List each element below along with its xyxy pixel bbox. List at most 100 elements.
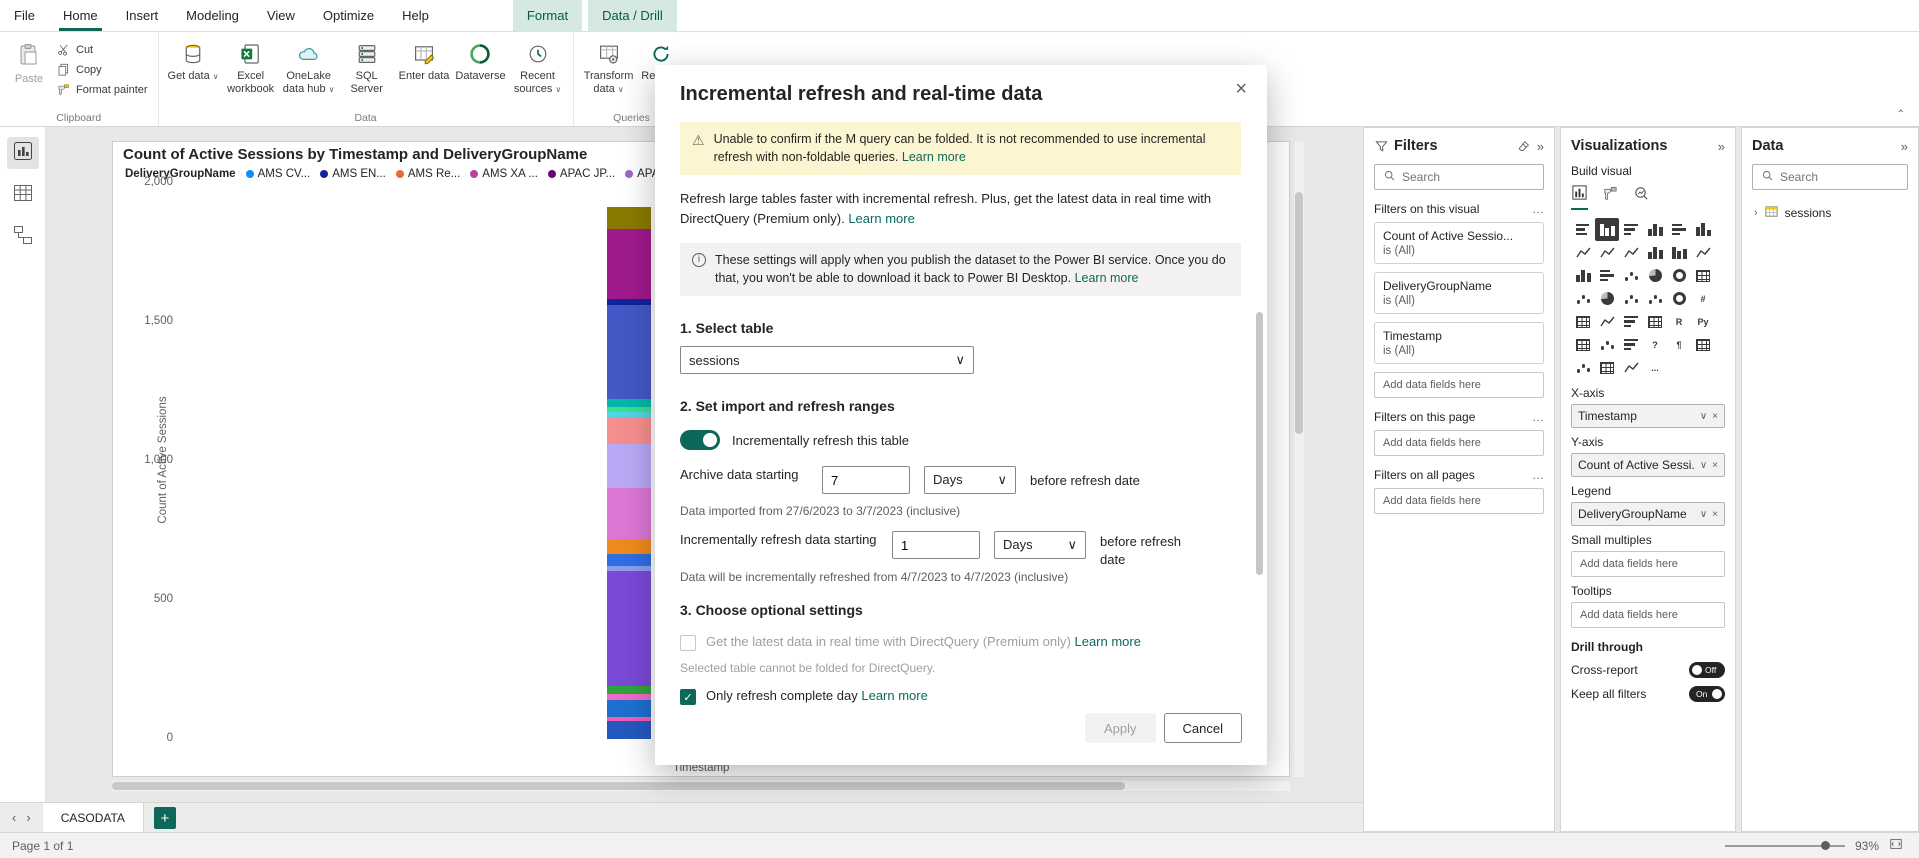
filters-search[interactable] [1374,164,1544,190]
analytics-tab-icon[interactable] [1633,185,1650,209]
filters-search-input[interactable] [1402,170,1555,184]
table-icon[interactable] [1643,310,1667,333]
clustered-column-chart-icon[interactable] [1643,218,1667,241]
transform-data-button[interactable]: Transform data ∨ [580,36,638,95]
menu-tab-format[interactable]: Format [513,0,582,31]
qa-visual-icon[interactable]: ? [1643,333,1667,356]
bar-segment[interactable] [607,417,651,444]
prev-page-icon[interactable]: ‹ [12,810,16,825]
menu-tab-insert[interactable]: Insert [112,0,173,31]
eraser-icon[interactable] [1517,139,1532,154]
table-view-button[interactable] [7,179,39,211]
cut-button[interactable]: Cut [56,42,148,57]
onelake-data-hub-button[interactable]: OneLake data hub ∨ [280,36,338,95]
menu-tab-optimize[interactable]: Optimize [309,0,388,31]
add-data-fields-dropzone[interactable]: Add data fields here [1374,372,1544,398]
donut-chart-icon[interactable] [1667,264,1691,287]
bar-segment[interactable] [607,721,651,739]
section-options-icon[interactable]: … [1532,468,1544,482]
apply-button[interactable]: Apply [1085,713,1156,743]
table-select[interactable]: sessions ∨ [680,346,974,374]
field-pill-x-axis[interactable]: Timestamp ∨ × [1571,404,1725,428]
python-visual-icon[interactable]: Py [1691,310,1715,333]
stacked-bar-chart-icon[interactable] [1571,218,1595,241]
chevron-down-icon[interactable]: ∨ [1700,460,1707,471]
scatter-chart-icon[interactable] [1619,264,1643,287]
bar-segment[interactable] [607,207,651,229]
get-data-button[interactable]: Get data ∨ [165,36,222,95]
bar-segment[interactable] [607,305,651,399]
bar-segment[interactable] [607,571,651,686]
fit-to-page-icon[interactable] [1889,837,1903,854]
treemap-icon[interactable] [1691,264,1715,287]
azure-map-icon[interactable] [1643,287,1667,310]
archive-value-input[interactable] [822,466,910,494]
archive-unit-select[interactable]: Days∨ [924,466,1016,494]
legend-item[interactable]: AMS Re... [396,168,460,180]
legend-item[interactable]: APAC JP... [548,168,615,180]
filter-card[interactable]: Timestamp is (All) [1374,322,1544,364]
clustered-bar-chart-icon[interactable] [1619,218,1643,241]
bar-segment[interactable] [607,686,651,694]
recent-sources-button[interactable]: Recent sources ∨ [509,36,567,95]
line-and-stacked-column-chart-icon[interactable] [1643,241,1667,264]
multi-row-card-icon[interactable] [1571,310,1595,333]
warning-learn-more-link[interactable]: Learn more [902,150,966,164]
get-more-visuals-icon[interactable]: ... [1643,356,1667,379]
close-icon[interactable]: × [1235,79,1247,99]
filled-map-icon[interactable] [1595,287,1619,310]
model-view-button[interactable] [7,221,39,253]
add-data-fields-dropzone[interactable]: Add data fields here [1374,430,1544,456]
add-data-fields-dropzone[interactable]: Add data fields here [1571,602,1725,628]
chevron-down-icon[interactable]: ∨ [1700,509,1707,520]
legend-item[interactable]: AMS CV... [246,168,311,180]
cross-report-toggle[interactable]: Off [1689,662,1725,678]
line-and-clustered-column-chart-icon[interactable] [1667,241,1691,264]
report-view-button[interactable] [7,137,39,169]
build-visual-tab-icon[interactable] [1571,184,1588,210]
section-options-icon[interactable]: … [1532,202,1544,216]
filter-card[interactable]: DeliveryGroupName is (All) [1374,272,1544,314]
line-chart-icon[interactable] [1571,241,1595,264]
kpi-icon[interactable] [1595,310,1619,333]
key-influencers-icon[interactable] [1595,333,1619,356]
filter-card[interactable]: Count of Active Sessio... is (All) [1374,222,1544,264]
stacked-area-chart-icon[interactable] [1619,241,1643,264]
canvas-vertical-scrollbar[interactable] [1294,141,1304,777]
waterfall-chart-icon[interactable] [1571,264,1595,287]
paste-button[interactable]: Paste [6,36,52,86]
copy-button[interactable]: Copy [56,62,148,77]
pie-chart-icon[interactable] [1643,264,1667,287]
remove-field-icon[interactable]: × [1712,509,1718,520]
canvas-horizontal-scrollbar[interactable] [112,781,1290,791]
menu-tab-home[interactable]: Home [49,0,112,31]
bar-segment[interactable] [607,444,651,488]
stacked-column[interactable] [607,207,651,739]
dataverse-button[interactable]: Dataverse [452,36,508,95]
collapse-ribbon-icon[interactable]: ⌃ [1897,109,1905,120]
bar-segment[interactable] [607,539,651,554]
bar-segment[interactable] [607,399,651,407]
smart-narrative-icon[interactable]: ¶ [1667,333,1691,356]
bar-segment[interactable] [607,229,651,299]
directquery-learn-more-link[interactable]: Learn more [1074,634,1140,649]
paginated-report-icon[interactable] [1691,333,1715,356]
slicer-icon[interactable] [1619,310,1643,333]
funnel-chart-icon[interactable] [1595,264,1619,287]
data-search[interactable] [1752,164,1908,190]
cancel-button[interactable]: Cancel [1164,713,1242,743]
format-painter-button[interactable]: Format painter [56,82,148,97]
stacked-column-chart-icon[interactable] [1595,218,1619,241]
legend-item[interactable]: AMS XA ... [470,168,538,180]
matrix-icon[interactable] [1571,333,1595,356]
collapse-visualizations-pane-icon[interactable]: » [1718,139,1725,154]
menu-tab-help[interactable]: Help [388,0,443,31]
data-search-input[interactable] [1780,170,1919,184]
add-data-fields-dropzone[interactable]: Add data fields here [1374,488,1544,514]
r-script-visual-icon[interactable]: R [1667,310,1691,333]
field-pill-legend[interactable]: DeliveryGroupName ∨ × [1571,502,1725,526]
publish-learn-more-link[interactable]: Learn more [1075,271,1139,285]
incremental-unit-select[interactable]: Days∨ [994,531,1086,559]
expand-chevron-icon[interactable]: › [1754,207,1758,219]
map-icon[interactable] [1571,287,1595,310]
